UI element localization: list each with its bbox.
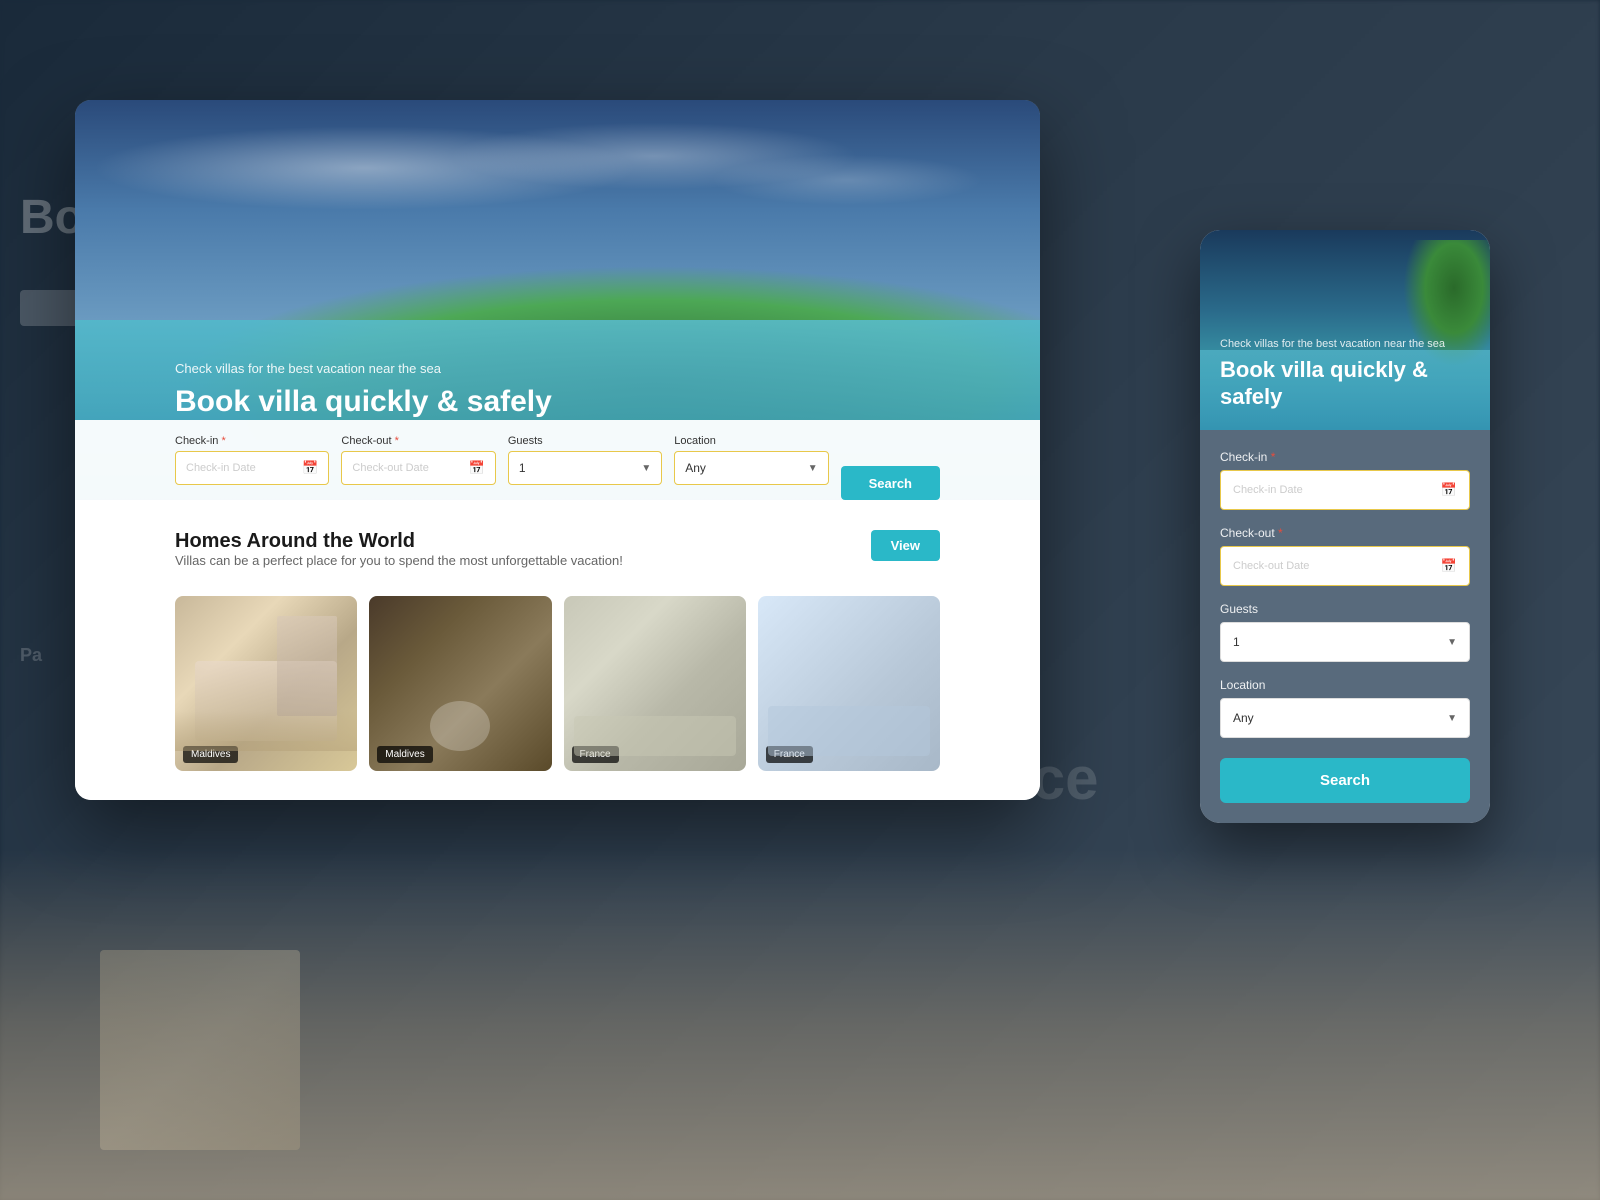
mobile-search-button[interactable]: Search — [1220, 758, 1470, 803]
property-card[interactable]: Maldives — [175, 596, 357, 771]
mobile-location-chevron-icon: ▼ — [1447, 713, 1457, 724]
property-card[interactable]: France — [758, 596, 940, 771]
mobile-checkin-placeholder: Check-in Date — [1233, 484, 1303, 496]
checkin-placeholder: Check-in Date — [186, 462, 256, 474]
property-grid: Maldives Maldives France France — [175, 596, 940, 771]
mobile-checkin-input[interactable]: Check-in Date 📅 — [1220, 470, 1470, 510]
section-subtitle: Villas can be a perfect place for you to… — [175, 553, 623, 568]
mobile-hero: Check villas for the best vacation near … — [1200, 230, 1490, 430]
property-card[interactable]: France — [564, 596, 746, 771]
guests-select[interactable]: 1 ▼ — [508, 451, 662, 485]
mobile-guests-label: Guests — [1220, 602, 1470, 616]
mobile-location-value: Any — [1233, 711, 1254, 725]
location-chevron-icon: ▼ — [808, 463, 818, 474]
mobile-checkout-placeholder: Check-out Date — [1233, 560, 1309, 572]
hero-section: Check villas for the best vacation near … — [75, 100, 1040, 500]
checkin-group: Check-in * Check-in Date 📅 — [175, 435, 329, 485]
mobile-hero-title: Book villa quickly & safely — [1220, 357, 1470, 410]
mobile-card: Check villas for the best vacation near … — [1200, 230, 1490, 823]
mobile-location-group: Location Any ▼ — [1220, 678, 1470, 738]
location-value: Any — [685, 461, 706, 475]
checkout-label: Check-out * — [341, 435, 495, 447]
search-bar: Check-in * Check-in Date 📅 Check-out * C… — [75, 420, 1040, 500]
mobile-hero-content: Check villas for the best vacation near … — [1220, 337, 1470, 410]
guests-group: Guests 1 ▼ — [508, 435, 662, 485]
section-title: Homes Around the World — [175, 530, 623, 553]
view-button[interactable]: View — [871, 530, 940, 561]
section-header: Homes Around the World Villas can be a p… — [175, 530, 940, 588]
mobile-checkout-label: Check-out * — [1220, 526, 1470, 540]
guests-value: 1 — [519, 461, 526, 475]
mobile-location-select[interactable]: Any ▼ — [1220, 698, 1470, 738]
checkin-label: Check-in * — [175, 435, 329, 447]
mobile-checkin-label: Check-in * — [1220, 450, 1470, 464]
search-button[interactable]: Search — [841, 466, 940, 500]
mobile-hero-subtitle: Check villas for the best vacation near … — [1220, 337, 1470, 351]
mobile-checkout-calendar-icon: 📅 — [1441, 558, 1457, 574]
location-select[interactable]: Any ▼ — [674, 451, 828, 485]
location-label: Location — [674, 435, 828, 447]
mobile-guests-chevron-icon: ▼ — [1447, 637, 1457, 648]
background-room-detail — [100, 950, 300, 1150]
mobile-checkin-calendar-icon: 📅 — [1441, 482, 1457, 498]
mobile-form: Check-in * Check-in Date 📅 Check-out * C… — [1200, 430, 1490, 823]
checkout-calendar-icon: 📅 — [469, 460, 485, 476]
property-badge: Maldives — [377, 746, 432, 763]
guests-label: Guests — [508, 435, 662, 447]
content-section: Homes Around the World Villas can be a p… — [75, 500, 1040, 800]
section-title-group: Homes Around the World Villas can be a p… — [175, 530, 623, 588]
hero-subtitle: Check villas for the best vacation near … — [175, 361, 552, 376]
mobile-guests-group: Guests 1 ▼ — [1220, 602, 1470, 662]
background-search-bar — [20, 290, 80, 326]
checkin-input[interactable]: Check-in Date 📅 — [175, 451, 329, 485]
checkout-placeholder: Check-out Date — [352, 462, 428, 474]
hero-content: Check villas for the best vacation near … — [175, 361, 552, 420]
hero-title: Book villa quickly & safely — [175, 384, 552, 420]
checkout-input[interactable]: Check-out Date 📅 — [341, 451, 495, 485]
mobile-checkin-group: Check-in * Check-in Date 📅 — [1220, 450, 1470, 510]
mobile-location-label: Location — [1220, 678, 1470, 692]
checkout-group: Check-out * Check-out Date 📅 — [341, 435, 495, 485]
mobile-guests-value: 1 — [1233, 635, 1240, 649]
mobile-checkout-input[interactable]: Check-out Date 📅 — [1220, 546, 1470, 586]
location-group: Location Any ▼ — [674, 435, 828, 485]
guests-chevron-icon: ▼ — [641, 463, 651, 474]
mobile-checkout-group: Check-out * Check-out Date 📅 — [1220, 526, 1470, 586]
property-badge: Maldives — [183, 746, 238, 763]
background-section-label: Pa — [20, 645, 42, 666]
checkin-calendar-icon: 📅 — [302, 460, 318, 476]
mobile-guests-select[interactable]: 1 ▼ — [1220, 622, 1470, 662]
property-card[interactable]: Maldives — [369, 596, 551, 771]
browser-card: Check villas for the best vacation near … — [75, 100, 1040, 800]
